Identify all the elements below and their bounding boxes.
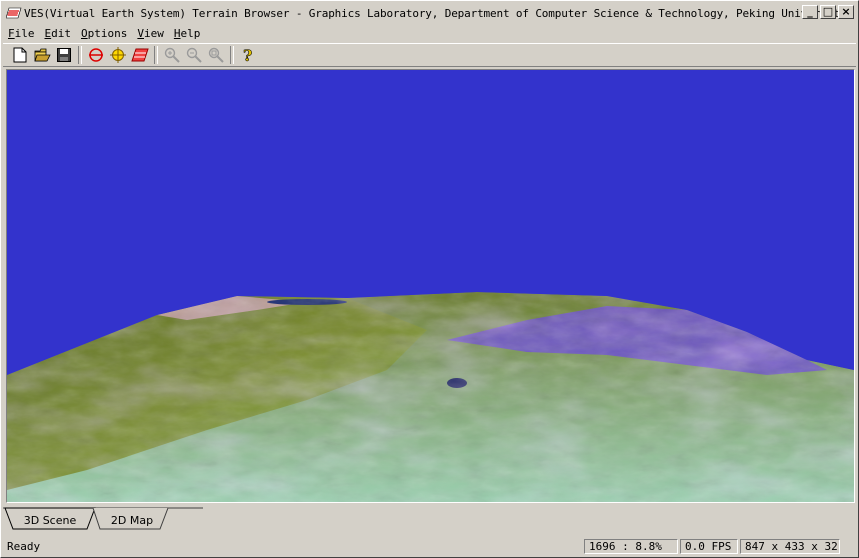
open-folder-icon[interactable] bbox=[31, 44, 53, 66]
yellow-target-icon[interactable] bbox=[107, 44, 129, 66]
minimize-button[interactable]: _ bbox=[802, 5, 818, 19]
menu-help[interactable]: Help bbox=[169, 27, 206, 40]
menu-file[interactable]: File bbox=[3, 27, 40, 40]
tab-3d-scene[interactable]: 3D Scene bbox=[11, 510, 89, 530]
menu-edit[interactable]: Edit bbox=[40, 27, 77, 40]
menu-options[interactable]: Options bbox=[76, 27, 132, 40]
terrain-3d-viewport[interactable] bbox=[6, 69, 855, 503]
view-tabs: 3D Scene 2D Map bbox=[3, 506, 856, 534]
status-progress: 1696 : 8.8% bbox=[584, 539, 678, 554]
toolbar-separator bbox=[230, 46, 234, 64]
status-bar: Ready 1696 : 8.8% 0.0 FPS 847 x 433 x 32 bbox=[3, 537, 856, 556]
zoom-in-icon[interactable] bbox=[161, 44, 183, 66]
svg-text:?: ? bbox=[243, 47, 252, 63]
save-disk-icon[interactable] bbox=[53, 44, 75, 66]
menu-view[interactable]: View bbox=[132, 27, 169, 40]
red-globe-icon[interactable] bbox=[85, 44, 107, 66]
toolbar: ? bbox=[3, 43, 856, 67]
status-fps: 0.0 FPS bbox=[680, 539, 738, 554]
help-icon[interactable]: ? bbox=[237, 44, 259, 66]
title-bar[interactable]: VES(Virtual Earth System) Terrain Browse… bbox=[3, 3, 856, 23]
menu-bar: File Edit Options View Help bbox=[3, 24, 205, 42]
close-button[interactable]: × bbox=[838, 5, 854, 19]
toolbar-separator bbox=[78, 46, 82, 64]
terrain-scene bbox=[7, 70, 854, 502]
main-window: VES(Virtual Earth System) Terrain Browse… bbox=[0, 0, 859, 558]
status-resolution: 847 x 433 x 32 bbox=[740, 539, 840, 554]
status-ready: Ready bbox=[7, 540, 41, 553]
toolbar-separator bbox=[154, 46, 158, 64]
zoom-fit-icon[interactable] bbox=[205, 44, 227, 66]
terrain-layer-icon[interactable] bbox=[129, 44, 151, 66]
new-file-icon[interactable] bbox=[9, 44, 31, 66]
tab-2d-map[interactable]: 2D Map bbox=[99, 510, 165, 530]
window-title: VES(Virtual Earth System) Terrain Browse… bbox=[24, 6, 853, 20]
zoom-out-icon[interactable] bbox=[183, 44, 205, 66]
app-logo-icon bbox=[6, 7, 22, 19]
maximize-button[interactable]: □ bbox=[820, 5, 836, 19]
